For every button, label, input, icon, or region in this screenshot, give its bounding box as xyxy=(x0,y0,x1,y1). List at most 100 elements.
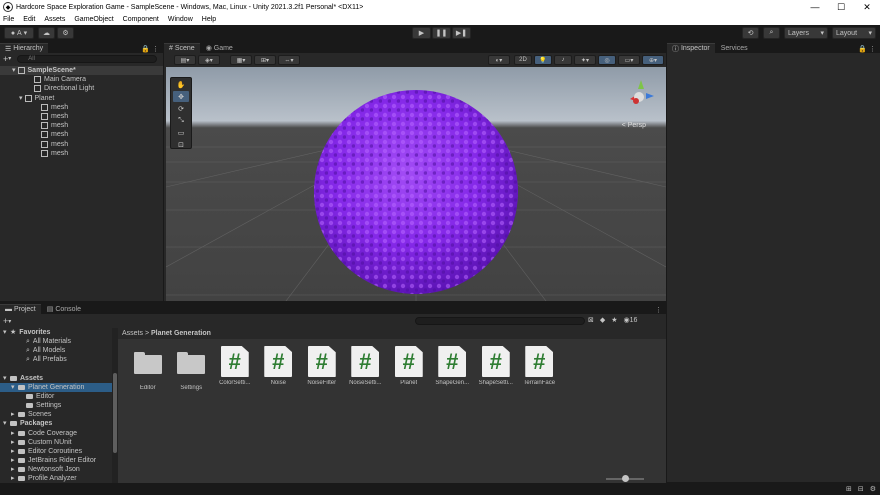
play-button[interactable]: ▶ xyxy=(412,27,431,39)
project-tree-item[interactable]: ▸ JetBrains Rider Editor xyxy=(0,456,112,465)
favorite-icon[interactable]: ★ xyxy=(611,316,617,324)
project-search-input[interactable] xyxy=(415,317,585,325)
camera-dropdown[interactable]: ▭▾ xyxy=(618,55,640,65)
project-tree-item[interactable]: ▸ Newtonsoft Json xyxy=(0,465,112,474)
breadcrumb-assets[interactable]: Assets xyxy=(122,330,143,337)
chevron-icon[interactable]: ▸ xyxy=(11,447,18,456)
project-tree-item[interactable]: ▾ Packages xyxy=(0,419,112,428)
chevron-icon[interactable]: ▸ xyxy=(11,465,18,474)
hierarchy-row[interactable]: Main Camera xyxy=(0,75,163,84)
transform-tool-icon[interactable]: ⊡ xyxy=(173,139,189,150)
scene-viewport[interactable]: ✋ ✥ ⟳ ⤡ ▭ ⊡ < Persp xyxy=(166,67,666,301)
panel-menu-icon[interactable]: 🔒 ⋮ xyxy=(858,45,880,53)
increment-snap-dropdown[interactable]: ⊞▾ xyxy=(254,55,276,65)
filter-type-icon[interactable]: ⊠ xyxy=(588,316,594,324)
search-button[interactable]: ⌕ xyxy=(763,27,780,39)
account-dropdown[interactable]: ● A ▾ xyxy=(4,27,34,39)
panel-menu-icon[interactable]: 🔒 ⋮ xyxy=(141,45,163,53)
chevron-icon[interactable]: ▾ xyxy=(3,374,10,383)
auto-generate-lighting-icon[interactable]: ⊞ xyxy=(846,485,852,493)
hierarchy-row[interactable]: mesh xyxy=(0,130,163,139)
cache-server-icon[interactable]: ⊟ xyxy=(858,485,864,493)
step-button[interactable]: ▶❚ xyxy=(452,27,471,39)
hierarchy-search-input[interactable]: All xyxy=(17,54,158,63)
close-button[interactable]: ✕ xyxy=(854,2,880,13)
menu-help[interactable]: Help xyxy=(202,16,216,23)
tab-project[interactable]: ▬ Project xyxy=(0,304,41,314)
asset-folder[interactable]: Editor xyxy=(126,346,170,391)
maximize-button[interactable]: ☐ xyxy=(828,2,854,13)
hidden-objects-icon[interactable]: ◎ xyxy=(598,55,616,65)
collab-button[interactable]: ⚙ xyxy=(57,27,74,39)
chevron-icon[interactable]: ▸ xyxy=(11,438,18,447)
menu-file[interactable]: File xyxy=(3,16,14,23)
project-tree-item[interactable]: ▸ Editor Coroutines xyxy=(0,447,112,456)
tab-scene[interactable]: # Scene xyxy=(164,43,200,53)
gizmos-dropdown[interactable]: ⊕▾ xyxy=(642,55,664,65)
hierarchy-row[interactable]: ▾ Planet xyxy=(0,94,163,103)
chevron-down-icon[interactable]: ▾ xyxy=(12,66,16,75)
asset-script[interactable]: # Planet xyxy=(387,346,431,391)
scrollbar-thumb[interactable] xyxy=(113,373,117,453)
hidden-packages-icon[interactable]: ◉16 xyxy=(624,316,638,324)
minimize-button[interactable]: — xyxy=(802,2,828,12)
chevron-icon[interactable]: ▾ xyxy=(11,383,18,392)
project-tree-item[interactable]: ⌕ All Models xyxy=(0,346,112,355)
shading-dropdown[interactable]: ◐▾ xyxy=(488,55,510,65)
panel-menu-icon[interactable]: ⋮ xyxy=(655,306,666,314)
breadcrumb-planet-generation[interactable]: Planet Generation xyxy=(151,330,211,337)
project-tree-item[interactable]: ▸ Code Coverage xyxy=(0,429,112,438)
chevron-icon[interactable]: ▸ xyxy=(11,429,18,438)
chevron-icon[interactable]: ▸ xyxy=(11,410,18,419)
debug-mode-icon[interactable]: ⚙ xyxy=(870,485,876,493)
project-tree-item[interactable]: ⌕ All Prefabs xyxy=(0,355,112,364)
chevron-icon[interactable]: ▸ xyxy=(11,456,18,465)
tab-services[interactable]: Services xyxy=(715,43,753,53)
rect-tool-icon[interactable]: ▭ xyxy=(173,127,189,138)
audio-toggle-icon[interactable]: ♪ xyxy=(554,55,572,65)
hierarchy-row[interactable]: mesh xyxy=(0,140,163,149)
tab-inspector[interactable]: ⓘ Inspector xyxy=(667,43,715,53)
layout-dropdown[interactable]: Layout ▾ xyxy=(832,27,876,39)
project-tree-item[interactable]: ▾ ★ Favorites xyxy=(0,328,112,337)
tab-console[interactable]: ▤ Console xyxy=(41,304,86,314)
draw-mode-dropdown[interactable]: ▤▾ xyxy=(174,55,196,65)
cloud-button[interactable]: ☁ xyxy=(38,27,55,39)
hierarchy-row[interactable]: mesh xyxy=(0,149,163,158)
menu-window[interactable]: Window xyxy=(168,16,193,23)
menu-gameobject[interactable]: GameObject xyxy=(74,16,113,23)
project-tree-item[interactable]: Editor xyxy=(0,392,112,401)
hierarchy-row[interactable]: mesh xyxy=(0,121,163,130)
asset-script[interactable]: # NoiseFilter xyxy=(300,346,344,391)
layers-dropdown[interactable]: Layers ▾ xyxy=(784,27,828,39)
hierarchy-row[interactable]: mesh xyxy=(0,112,163,121)
chevron-icon[interactable]: ▾ xyxy=(3,328,10,337)
toggle-2d-button[interactable]: 2D xyxy=(514,55,532,65)
menu-edit[interactable]: Edit xyxy=(23,16,35,23)
project-tree-item[interactable]: ▸ Scenes xyxy=(0,410,112,419)
move-tool-icon[interactable]: ✥ xyxy=(173,91,189,102)
hand-tool-icon[interactable]: ✋ xyxy=(173,79,189,90)
undo-history-button[interactable]: ⟲ xyxy=(742,27,759,39)
project-tree-item[interactable]: ▸ Custom NUnit xyxy=(0,438,112,447)
effects-dropdown[interactable]: ✦▾ xyxy=(574,55,596,65)
hierarchy-row[interactable]: mesh xyxy=(0,103,163,112)
asset-script[interactable]: # Noise xyxy=(257,346,301,391)
asset-script[interactable]: # NoiseSetti... xyxy=(344,346,388,391)
asset-folder[interactable]: Settings xyxy=(170,346,214,391)
render-mode-dropdown[interactable]: ◈▾ xyxy=(198,55,220,65)
asset-script[interactable]: # ShapeGen... xyxy=(431,346,475,391)
chevron-icon[interactable]: ▾ xyxy=(3,419,10,428)
grid-snap-dropdown[interactable]: ▦▾ xyxy=(230,55,252,65)
planet-sphere[interactable] xyxy=(314,90,518,294)
asset-script[interactable]: # TerrainFace xyxy=(518,346,562,391)
perspective-label[interactable]: < Persp xyxy=(622,122,646,129)
chevron-down-icon[interactable]: ▾ xyxy=(19,94,23,103)
hierarchy-scene-row[interactable]: ▾ SampleScene* xyxy=(0,66,163,76)
vertex-snap-dropdown[interactable]: ⇔▾ xyxy=(278,55,300,65)
project-tree-item[interactable]: ⌕ All Materials xyxy=(0,337,112,346)
tab-hierarchy[interactable]: ☰ Hierarchy xyxy=(0,43,49,53)
menu-component[interactable]: Component xyxy=(123,16,159,23)
pause-button[interactable]: ❚❚ xyxy=(432,27,451,39)
lighting-toggle-icon[interactable]: 💡 xyxy=(534,55,552,65)
